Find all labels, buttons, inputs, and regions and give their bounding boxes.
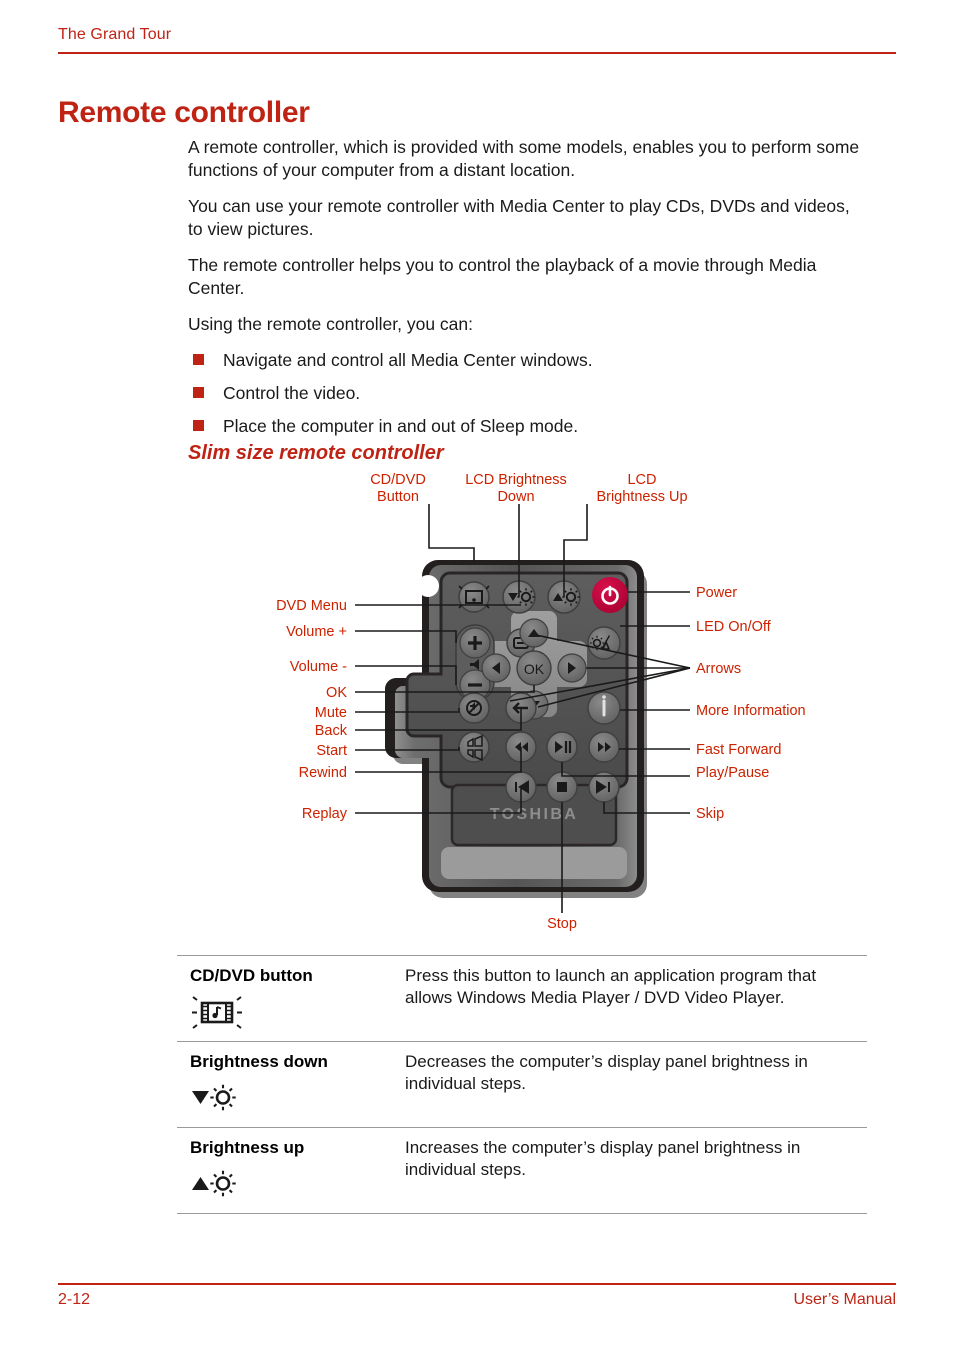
brand-logo: TOSHIBA	[490, 806, 579, 823]
callout-back: Back	[315, 723, 348, 739]
volume-up-button[interactable]	[459, 627, 491, 659]
ir-emitter-icon	[417, 575, 439, 597]
arrow-right-button[interactable]	[557, 653, 587, 683]
callout-lcd-brightness-up-line2: Brightness Up	[596, 489, 687, 505]
callout-lcd-brightness-up-line1: LCD	[627, 472, 656, 488]
callout-cd-dvd-button-line1: CD/DVD	[370, 472, 426, 488]
play-pause-button[interactable]	[546, 731, 578, 763]
table-cell-term: CD/DVD button	[177, 965, 405, 1029]
description-text: Decreases the computer’s display panel b…	[405, 1052, 808, 1093]
start-button[interactable]	[458, 731, 490, 763]
page-number: 2-12	[58, 1291, 91, 1308]
power-button[interactable]	[592, 577, 628, 613]
callout-volume-up: Volume +	[286, 624, 347, 640]
table-cell-term: Brightness down	[177, 1051, 405, 1115]
table-row: Brightness up Increases the computer’s d…	[177, 1128, 867, 1213]
list-item: Navigate and control all Media Center wi…	[188, 349, 868, 372]
callout-ok: OK	[326, 685, 347, 701]
list-item: Place the computer in and out of Sleep m…	[188, 415, 868, 438]
running-head: The Grand Tour	[58, 26, 172, 43]
intro-paragraph-1: A remote controller, which is provided w…	[188, 137, 860, 180]
callout-lcd-brightness-down-line2: Down	[497, 489, 534, 505]
callout-rewind: Rewind	[299, 765, 347, 781]
mute-button[interactable]	[458, 692, 490, 724]
body-column: A remote controller, which is provided w…	[188, 136, 868, 448]
more-information-button[interactable]	[587, 691, 621, 725]
intro-paragraph-4: Using the remote controller, you can:	[188, 314, 474, 334]
led-on-off-button[interactable]	[587, 626, 621, 660]
term-label: CD/DVD button	[190, 966, 313, 985]
table-row: Brightness down Decreases the computer’s…	[177, 1042, 867, 1127]
table-row: CD/DVD button Press this button to launc…	[177, 956, 867, 1041]
callout-mute: Mute	[315, 705, 347, 721]
callout-lcd-brightness-down-line1: LCD Brightness	[465, 472, 567, 488]
button-description-table: CD/DVD button Press this button to launc…	[177, 955, 867, 1214]
brightness-up-icon	[192, 1170, 236, 1197]
callout-more-information: More Information	[696, 703, 806, 719]
callout-volume-down: Volume -	[290, 659, 347, 675]
header-rule	[58, 52, 896, 54]
square-bullet-icon	[193, 387, 204, 398]
callout-start: Start	[316, 743, 347, 759]
list-item-label: Navigate and control all Media Center wi…	[223, 350, 593, 370]
arrow-left-button[interactable]	[481, 653, 511, 683]
arrow-up-button[interactable]	[519, 618, 549, 648]
callout-fast-forward: Fast Forward	[696, 742, 781, 758]
fast-forward-button[interactable]	[588, 731, 620, 763]
list-item-label: Control the video.	[223, 383, 361, 403]
film-music-icon	[192, 996, 242, 1029]
list-item-label: Place the computer in and out of Sleep m…	[223, 416, 579, 436]
table-cell-description: Press this button to launch an applicati…	[405, 965, 867, 1029]
ok-button[interactable]: OK	[516, 650, 552, 686]
term-label: Brightness up	[190, 1138, 305, 1157]
intro-paragraph-2: You can use your remote controller with …	[188, 196, 850, 239]
table-cell-term: Brightness up	[177, 1137, 405, 1201]
remote-controller-figure: TOSHIBA OK CD/DVD Button LCD Brightness …	[0, 455, 954, 945]
callout-led-on-off: LED On/Off	[696, 619, 772, 635]
brightness-down-icon	[192, 1084, 236, 1111]
callout-skip: Skip	[696, 806, 724, 822]
manual-label: User’s Manual	[793, 1291, 896, 1308]
table-rule	[177, 1213, 867, 1214]
cd-dvd-button[interactable]	[458, 581, 490, 613]
callout-play-pause: Play/Pause	[696, 765, 769, 781]
callout-dvd-menu: DVD Menu	[276, 598, 347, 614]
term-label: Brightness down	[190, 1052, 328, 1071]
intro-paragraph-3: The remote controller helps you to contr…	[188, 255, 817, 298]
square-bullet-icon	[193, 420, 204, 431]
callout-cd-dvd-button-line2: Button	[377, 489, 419, 505]
manual-page: The Grand Tour Remote controller A remot…	[0, 0, 954, 1352]
callout-stop: Stop	[547, 916, 577, 932]
callout-power: Power	[696, 585, 737, 601]
page-title: Remote controller	[58, 96, 310, 130]
description-text: Increases the computer’s display panel b…	[405, 1138, 801, 1179]
description-text: Press this button to launch an applicati…	[405, 966, 817, 1007]
callout-arrows: Arrows	[696, 661, 741, 677]
list-item: Control the video.	[188, 382, 868, 405]
table-cell-description: Decreases the computer’s display panel b…	[405, 1051, 867, 1115]
ok-button-label: OK	[524, 661, 545, 677]
callout-replay: Replay	[302, 806, 348, 822]
footer-rule	[58, 1283, 896, 1285]
square-bullet-icon	[193, 354, 204, 365]
table-cell-description: Increases the computer’s display panel b…	[405, 1137, 867, 1201]
